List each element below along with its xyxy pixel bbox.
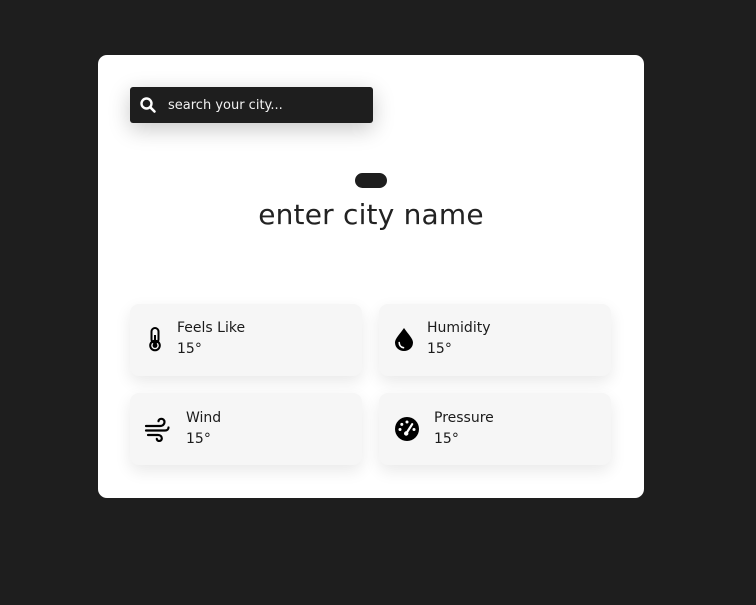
stat-label: Humidity	[427, 320, 491, 336]
stat-label: Wind	[186, 410, 222, 426]
gauge-icon	[395, 417, 419, 441]
stat-value: 15°	[186, 431, 211, 447]
search-input[interactable]	[168, 87, 364, 123]
stat-label: Feels Like	[177, 320, 246, 336]
stat-label: Pressure	[434, 410, 494, 426]
stat-humidity: Humidity 15°	[379, 304, 611, 376]
weather-card: enter city name Feels Like 15° Humidity …	[98, 55, 644, 498]
stat-feels-like: Feels Like 15°	[130, 304, 362, 376]
stat-wind: Wind 15°	[130, 393, 362, 465]
search-bar[interactable]	[130, 87, 373, 123]
wind-icon	[144, 417, 170, 442]
stat-value: 15°	[434, 431, 459, 447]
weather-icon	[355, 173, 387, 188]
stat-value: 15°	[177, 341, 202, 357]
droplet-icon	[395, 328, 413, 351]
thermometer-icon	[149, 327, 161, 352]
search-icon[interactable]	[139, 96, 157, 114]
stat-pressure: Pressure 15°	[379, 393, 611, 465]
city-name: enter city name	[258, 198, 484, 231]
stat-value: 15°	[427, 341, 452, 357]
